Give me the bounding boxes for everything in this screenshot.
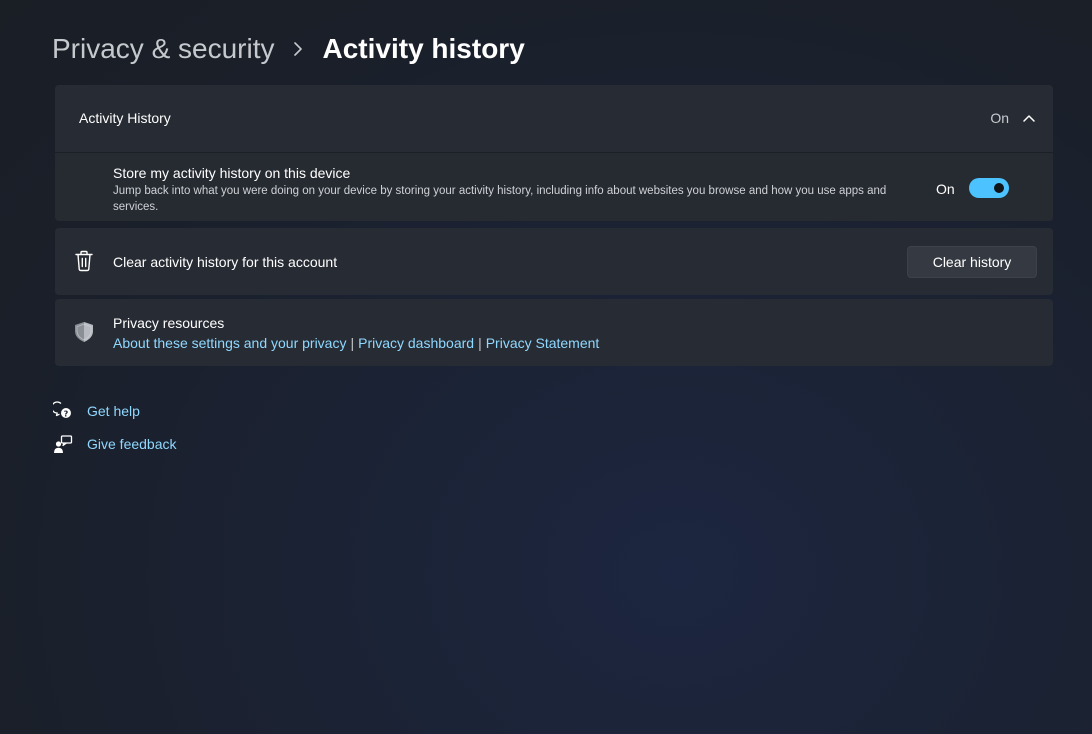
clear-history-card: Clear activity history for this account … <box>55 228 1053 295</box>
page-title: Activity history <box>322 33 525 64</box>
privacy-resources-card: Privacy resources About these settings a… <box>55 299 1053 366</box>
activity-history-title: Activity History <box>79 110 171 126</box>
breadcrumb: Privacy & security Activity history <box>52 28 525 70</box>
store-activity-setting: Store my activity history on this device… <box>55 153 1053 221</box>
chevron-up-icon[interactable] <box>1021 110 1037 126</box>
store-activity-title: Store my activity history on this device <box>113 165 351 181</box>
activity-history-card: Activity History On Store my activity hi… <box>55 85 1053 221</box>
give-feedback-item[interactable]: Give feedback <box>53 434 177 454</box>
activity-history-header[interactable]: Activity History On <box>55 85 1053 153</box>
store-activity-toggle[interactable] <box>969 178 1009 198</box>
get-help-link[interactable]: Get help <box>87 403 140 419</box>
clear-history-label: Clear activity history for this account <box>113 254 338 270</box>
store-activity-description: Jump back into what you were doing on yo… <box>113 185 887 213</box>
privacy-statement-link[interactable]: Privacy Statement <box>486 335 600 351</box>
trash-icon <box>73 250 95 272</box>
give-feedback-link[interactable]: Give feedback <box>87 436 177 452</box>
svg-text:?: ? <box>64 409 69 418</box>
feedback-icon <box>53 434 73 454</box>
privacy-resources-title: Privacy resources <box>113 315 225 331</box>
breadcrumb-parent[interactable]: Privacy & security <box>52 33 275 65</box>
toggle-state-label: On <box>936 181 955 197</box>
privacy-links: About these settings and your privacy | Pr… <box>113 335 599 351</box>
shield-icon <box>73 321 95 343</box>
link-separator: | <box>478 335 482 351</box>
get-help-item[interactable]: ? Get help <box>53 401 140 421</box>
about-settings-link[interactable]: About these settings and your privacy <box>113 335 346 351</box>
activity-history-state: On <box>990 110 1009 126</box>
toggle-knob <box>994 183 1004 193</box>
link-separator: | <box>350 335 355 351</box>
privacy-dashboard-link[interactable]: Privacy dashboard <box>358 335 474 351</box>
chevron-right-icon <box>287 38 309 60</box>
get-help-icon: ? <box>53 401 73 421</box>
clear-history-button[interactable]: Clear history <box>907 246 1037 278</box>
